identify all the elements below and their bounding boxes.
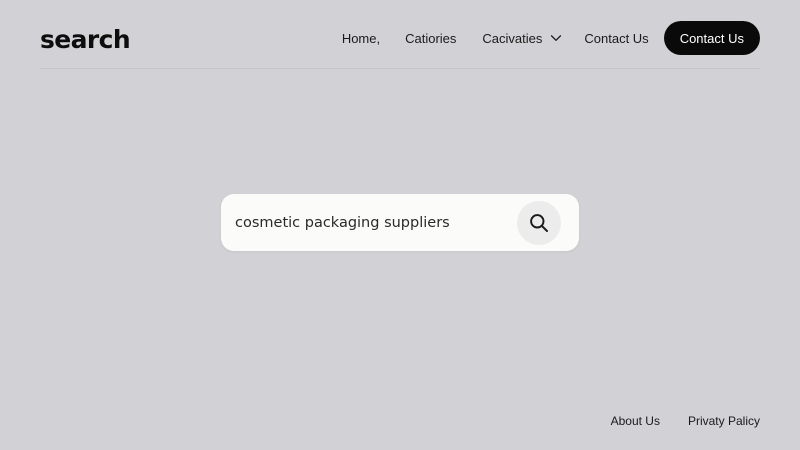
footer-link-about[interactable]: About Us: [611, 414, 660, 428]
nav-link-home[interactable]: Home,: [342, 31, 380, 46]
nav-link-categories[interactable]: Catiories: [405, 31, 456, 46]
nav-dropdown-activities[interactable]: Cacivaties: [482, 31, 562, 46]
nav-link-contact[interactable]: Contact Us: [584, 31, 648, 46]
page: search Home, Catiories Cacivaties Contac…: [0, 0, 800, 450]
logo[interactable]: search: [40, 27, 131, 52]
search-button[interactable]: [517, 200, 561, 245]
chevron-down-icon: [551, 35, 562, 41]
site-header: search Home, Catiories Cacivaties Contac…: [40, 20, 760, 56]
search-icon: [530, 213, 548, 232]
header-divider: [40, 68, 760, 69]
contact-us-button[interactable]: Contact Us: [663, 21, 760, 55]
main-nav: Home, Catiories Cacivaties Contact Us Co…: [342, 21, 760, 55]
nav-dropdown-label: Cacivaties: [482, 30, 543, 46]
search-input[interactable]: [235, 207, 517, 238]
search-bar: [221, 194, 579, 251]
site-footer: About Us Privaty Palicy: [611, 414, 760, 428]
footer-link-privacy[interactable]: Privaty Palicy: [688, 414, 760, 428]
